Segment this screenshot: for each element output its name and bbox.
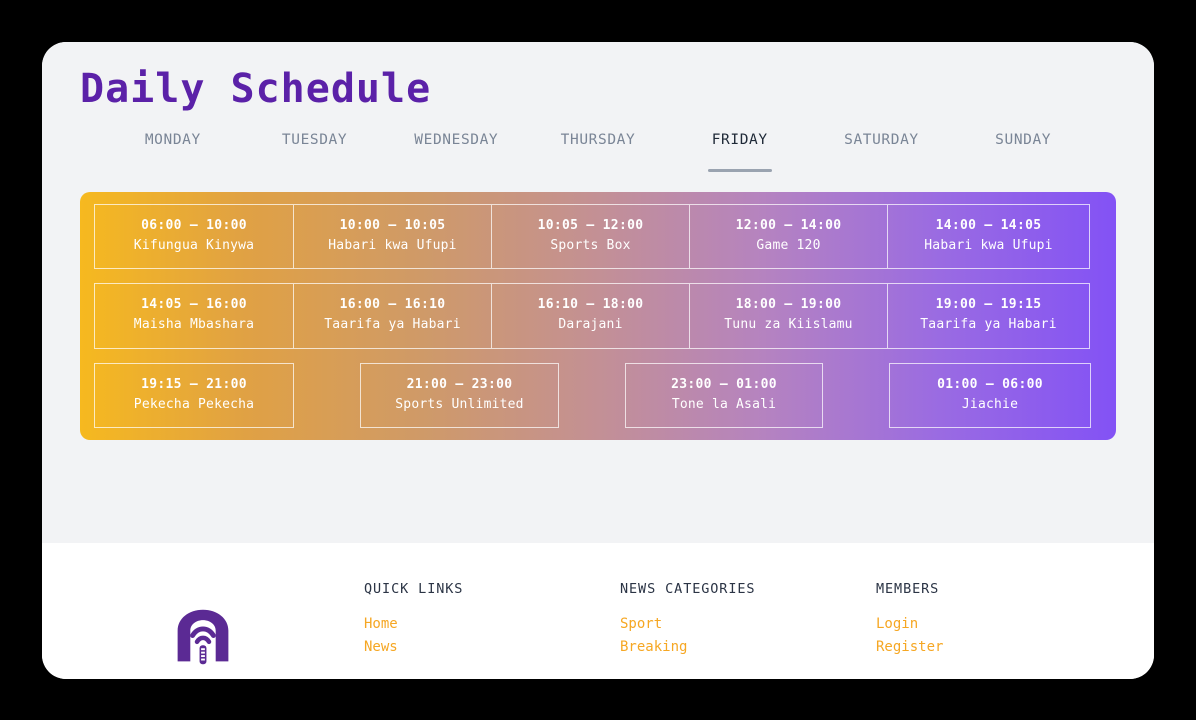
slot-time: 06:00 — 10:00 (141, 218, 247, 233)
schedule-row: 14:05 — 16:00 Maisha Mbashara 16:00 — 16:1… (94, 283, 1102, 349)
slot-program-name: Habari kwa Ufupi (924, 238, 1053, 254)
slot-program-name: Game 120 (756, 238, 821, 254)
schedule-slot[interactable]: 14:05 — 16:00 Maisha Mbashara (94, 283, 294, 349)
slot-spacer (294, 363, 360, 428)
footer-link-home[interactable]: Home (364, 613, 620, 636)
tab-tuesday[interactable]: TUESDAY (244, 132, 386, 156)
tab-sunday[interactable]: SUNDAY (952, 132, 1094, 156)
slot-time: 23:00 — 01:00 (671, 376, 777, 392)
schedule-slot[interactable]: 10:05 — 12:00 Sports Box (492, 204, 690, 270)
page-title: Daily Schedule (80, 66, 432, 112)
slot-program-name: Sports Unlimited (395, 396, 524, 412)
slot-time: 12:00 — 14:00 (735, 218, 842, 233)
footer-column-title: NEWS CATEGORIES (620, 581, 756, 597)
footer-column-title: QUICK LINKS (364, 581, 464, 597)
radio-broadcast-logo-icon (177, 609, 229, 665)
slot-spacer (559, 363, 625, 428)
schedule-slot[interactable]: 16:10 — 18:00 Darajani (492, 283, 690, 349)
schedule-slot[interactable]: 21:00 — 23:00 Sports Unlimited (360, 362, 559, 428)
slot-program-name: Pekecha Pekecha (133, 396, 255, 412)
footer-columns: QUICK LINKS Home News NEWS CATEGORIES Sport B… (364, 581, 1154, 659)
slot-program-name: Taarifa ya Habari (920, 317, 1057, 333)
slot-time: 14:05 — 16:00 (141, 297, 247, 313)
site-footer: QUICK LINKS Home News NEWS CATEGORIES Sport B… (42, 543, 1154, 679)
footer-link-sport[interactable]: Sport (620, 613, 876, 636)
slot-program-name: Kifungua Kinywa (133, 238, 255, 254)
schedule-slot[interactable]: 14:00 — 14:05 Habari kwa Ufupi (888, 204, 1090, 270)
footer-column-title: MEMBERS (876, 581, 940, 597)
tab-saturday[interactable]: SATURDAY (811, 132, 953, 156)
footer-brand (42, 581, 364, 665)
schedule-slot[interactable]: 19:00 — 19:15 Taarifa ya Habari (888, 283, 1090, 349)
tab-monday[interactable]: MONDAY (102, 132, 244, 156)
schedule-slot[interactable]: 16:00 — 16:10 Taarifa ya Habari (294, 283, 492, 349)
slot-program-name: Jiachie (961, 396, 1019, 412)
schedule-row: 06:00 — 10:00 Kifungua Kinywa 10:00 — 10:0… (94, 204, 1102, 270)
footer-column: MEMBERS Login Register (876, 581, 1096, 659)
slot-program-name: Darajani (558, 317, 623, 333)
tab-friday[interactable]: FRIDAY (669, 132, 811, 156)
slot-time: 16:10 — 18:00 (537, 297, 644, 313)
slot-program-name: Tunu za Kiislamu (724, 317, 853, 333)
schedule-slot[interactable]: 01:00 — 06:00 Jiachie (889, 362, 1091, 428)
slot-program-name: Habari kwa Ufupi (328, 238, 457, 254)
slot-time: 01:00 — 06:00 (937, 376, 1043, 392)
footer-link-news[interactable]: News (364, 636, 620, 659)
schedule-slot[interactable]: 18:00 — 19:00 Tunu za Kiislamu (690, 283, 888, 349)
day-tabs: MONDAY TUESDAY WEDNESDAY THURSDAY FRIDAY SATU… (42, 132, 1154, 156)
slot-program-name: Sports Box (550, 238, 631, 254)
footer-link-login[interactable]: Login (876, 613, 1096, 636)
footer-column: QUICK LINKS Home News (364, 581, 620, 659)
schedule-board: 06:00 — 10:00 Kifungua Kinywa 10:00 — 10:0… (80, 192, 1116, 440)
slot-time: 16:00 — 16:10 (339, 297, 446, 313)
slot-time: 14:00 — 14:05 (935, 218, 1042, 233)
footer-link-register[interactable]: Register (876, 636, 1096, 659)
schedule-slot[interactable]: 06:00 — 10:00 Kifungua Kinywa (94, 204, 294, 270)
slot-time: 19:00 — 19:15 (935, 297, 1042, 313)
slot-time: 21:00 — 23:00 (406, 376, 513, 392)
footer-column: NEWS CATEGORIES Sport Breaking (620, 581, 876, 659)
app-card: Daily Schedule MONDAY TUESDAY WEDNESDAY THU… (42, 42, 1154, 679)
schedule-slot[interactable]: 10:00 — 10:05 Habari kwa Ufupi (294, 204, 492, 270)
footer-link-breaking[interactable]: Breaking (620, 636, 876, 659)
schedule-slot[interactable]: 12:00 — 14:00 Game 120 (690, 204, 888, 270)
schedule-slot[interactable]: 23:00 — 01:00 Tone la Asali (625, 362, 823, 428)
schedule-slot[interactable]: 19:15 — 21:00 Pekecha Pekecha (94, 362, 294, 428)
tab-thursday[interactable]: THURSDAY (527, 132, 669, 156)
schedule-section: Daily Schedule MONDAY TUESDAY WEDNESDAY THU… (42, 42, 1154, 543)
tab-wednesday[interactable]: WEDNESDAY (385, 132, 527, 156)
slot-program-name: Taarifa ya Habari (324, 317, 461, 333)
schedule-row: 19:15 — 21:00 Pekecha Pekecha 21:00 — 23:0… (94, 362, 1102, 428)
slot-program-name: Maisha Mbashara (133, 317, 255, 333)
slot-time: 10:00 — 10:05 (339, 218, 446, 233)
slot-time: 10:05 — 12:00 (537, 218, 644, 233)
slot-spacer (823, 363, 889, 428)
slot-time: 18:00 — 19:00 (735, 297, 842, 313)
slot-time: 19:15 — 21:00 (141, 376, 247, 392)
slot-program-name: Tone la Asali (671, 396, 777, 412)
